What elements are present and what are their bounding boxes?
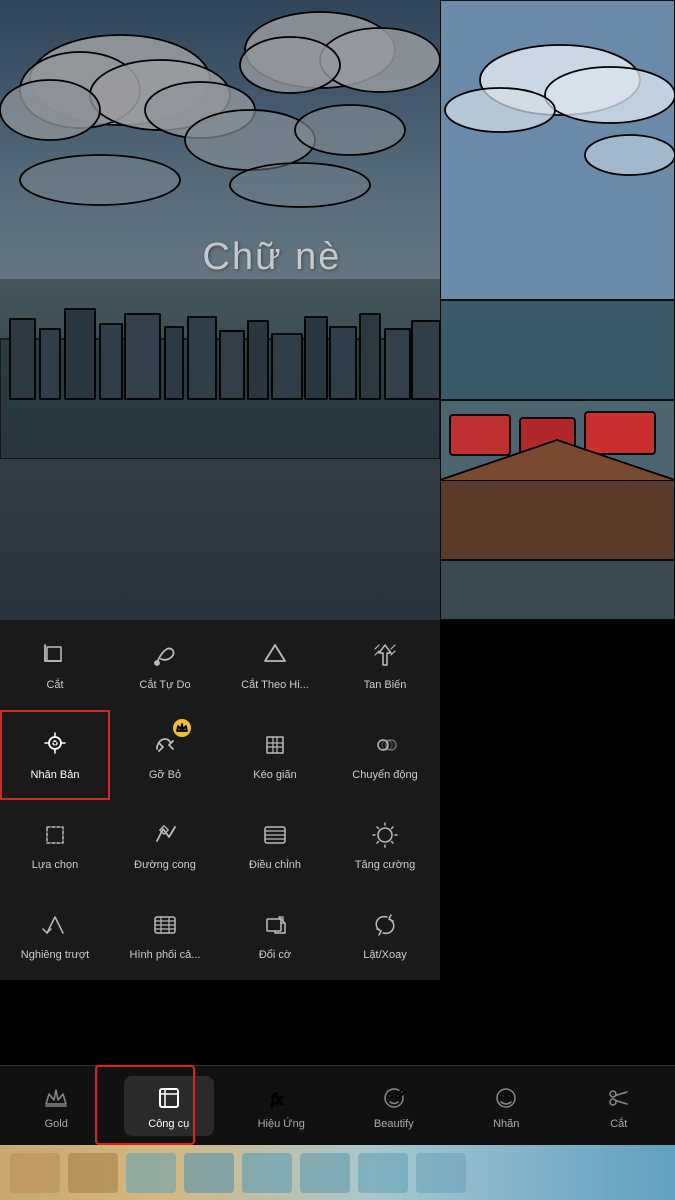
enhance-icon bbox=[367, 817, 403, 853]
crop-icon bbox=[37, 637, 73, 673]
nav-cat[interactable]: Cắt bbox=[574, 1082, 664, 1130]
crop-nav-icon bbox=[153, 1082, 185, 1114]
tool-lat-xoay-label: Lật/Xoay bbox=[363, 949, 406, 962]
tool-duong-cong-label: Đường cong bbox=[134, 859, 196, 872]
tool-tang-cuong-label: Tăng cường bbox=[355, 859, 415, 872]
shapecut-icon bbox=[257, 637, 293, 673]
tool-nhan-ban-label: Nhân Bản bbox=[31, 769, 80, 782]
tool-nghieng-truot[interactable]: Nghiêng trượt bbox=[0, 890, 110, 980]
text-overlay: Chữ nè bbox=[203, 236, 342, 279]
nav-hieu-ung-label: Hiệu Ứng bbox=[258, 1118, 305, 1130]
tool-nhan-ban[interactable]: Nhân Bản bbox=[0, 710, 110, 800]
svg-text:fx: fx bbox=[271, 1091, 283, 1108]
photo-canvas: Chữ nè bbox=[0, 0, 675, 620]
nav-beautify[interactable]: Beautify bbox=[349, 1082, 439, 1130]
nav-nhan-label: Nhãn bbox=[493, 1118, 519, 1130]
nav-hieu-ung[interactable]: fx Hiệu Ứng bbox=[236, 1082, 326, 1130]
dissolve-icon bbox=[367, 637, 403, 673]
ad-thumb-6 bbox=[300, 1153, 350, 1193]
tool-tang-cuong[interactable]: Tăng cường bbox=[330, 800, 440, 890]
tool-cat-tu-do[interactable]: Cắt Tự Do bbox=[110, 620, 220, 710]
tool-keo-gian-label: Kéo giãn bbox=[253, 769, 296, 782]
fx-icon: fx bbox=[265, 1082, 297, 1114]
tool-keo-gian[interactable]: Kéo giãn bbox=[220, 710, 330, 800]
dark-overlay bbox=[0, 0, 440, 620]
tools-panel: Cắt Cắt Tự Do Cắt Theo Hi... Tan Biến bbox=[0, 620, 440, 980]
ad-thumb-1 bbox=[10, 1153, 60, 1193]
bottom-nav: Gold Công cụ fx Hiệu Ứng bbox=[0, 1065, 675, 1145]
nav-cat-label: Cắt bbox=[610, 1118, 627, 1130]
gold-badge bbox=[173, 719, 191, 737]
tool-cat-label: Cắt bbox=[46, 679, 63, 692]
scissors-icon bbox=[603, 1082, 635, 1114]
nav-cong-cu[interactable]: Công cụ bbox=[124, 1076, 214, 1136]
tool-go-bo[interactable]: Gỡ Bỏ bbox=[110, 710, 220, 800]
tool-chuyen-dong[interactable]: Chuyển động bbox=[330, 710, 440, 800]
nav-gold-label: Gold bbox=[45, 1118, 68, 1130]
nav-nhan[interactable]: Nhãn bbox=[461, 1082, 551, 1130]
tool-nghieng-truot-label: Nghiêng trượt bbox=[21, 949, 89, 962]
crown-icon bbox=[40, 1082, 72, 1114]
tool-dieu-chinh-label: Điều chỉnh bbox=[249, 859, 301, 872]
sticker-icon bbox=[490, 1082, 522, 1114]
freecut-icon bbox=[147, 637, 183, 673]
tool-doi-co[interactable]: Đổi cờ bbox=[220, 890, 330, 980]
tool-cat-tu-do-label: Cắt Tự Do bbox=[139, 679, 190, 692]
tool-hinh-phoi-ca[interactable]: Hình phối cả... bbox=[110, 890, 220, 980]
ad-thumb-3 bbox=[126, 1153, 176, 1193]
select-icon bbox=[37, 817, 73, 853]
ad-thumb-4 bbox=[184, 1153, 234, 1193]
nav-gold[interactable]: Gold bbox=[11, 1082, 101, 1130]
tool-lat-xoay[interactable]: Lật/Xoay bbox=[330, 890, 440, 980]
curve-icon bbox=[147, 817, 183, 853]
tool-hinh-phoi-ca-label: Hình phối cả... bbox=[130, 949, 201, 962]
tool-doi-co-label: Đổi cờ bbox=[259, 949, 291, 962]
ad-thumb-2 bbox=[68, 1153, 118, 1193]
ad-content bbox=[0, 1145, 675, 1200]
adjust-icon bbox=[257, 817, 293, 853]
tool-duong-cong[interactable]: Đường cong bbox=[110, 800, 220, 890]
remove-icon bbox=[147, 727, 183, 763]
motion-icon bbox=[367, 727, 403, 763]
tool-chuyen-dong-label: Chuyển động bbox=[352, 769, 417, 782]
tool-cat-theo-hinh-label: Cắt Theo Hi... bbox=[241, 679, 309, 692]
ad-thumb-7 bbox=[358, 1153, 408, 1193]
tool-lua-chon-label: Lựa chọn bbox=[32, 859, 79, 872]
resize-icon bbox=[257, 907, 293, 943]
photo-right bbox=[440, 0, 675, 620]
blend-icon bbox=[147, 907, 183, 943]
ad-strip bbox=[0, 1145, 675, 1200]
right-photo-svg bbox=[440, 0, 675, 620]
ad-thumb-5 bbox=[242, 1153, 292, 1193]
tool-dieu-chinh[interactable]: Điều chỉnh bbox=[220, 800, 330, 890]
nav-beautify-label: Beautify bbox=[374, 1118, 414, 1130]
tool-tan-bien[interactable]: Tan Biến bbox=[330, 620, 440, 710]
clone-icon bbox=[37, 727, 73, 763]
tool-lua-chon[interactable]: Lựa chọn bbox=[0, 800, 110, 890]
ad-thumb-8 bbox=[416, 1153, 466, 1193]
tool-go-bo-label: Gỡ Bỏ bbox=[149, 769, 181, 782]
face-icon bbox=[378, 1082, 410, 1114]
tool-cat[interactable]: Cắt bbox=[0, 620, 110, 710]
stretch-icon bbox=[257, 727, 293, 763]
fliprotate-icon bbox=[367, 907, 403, 943]
tool-cat-theo-hinh[interactable]: Cắt Theo Hi... bbox=[220, 620, 330, 710]
nav-cong-cu-label: Công cụ bbox=[148, 1118, 189, 1130]
tilt-icon bbox=[37, 907, 73, 943]
tool-tan-bien-label: Tan Biến bbox=[364, 679, 407, 692]
